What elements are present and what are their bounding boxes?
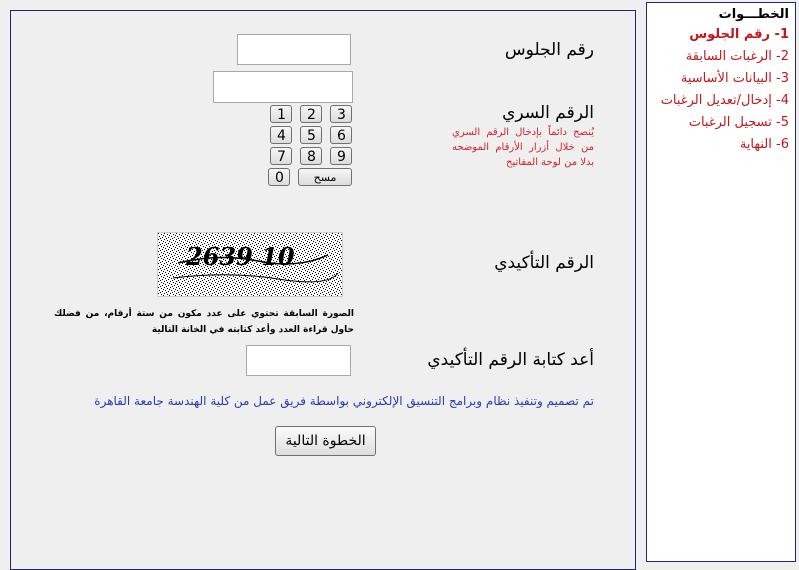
step-previous-preferences[interactable]: 2- الرغبات السابقة bbox=[651, 46, 789, 68]
captcha-text: 2639 10 bbox=[185, 242, 295, 271]
credit-text: تم تصميم وتنفيذ نظام وبرامج التنسيق الإل… bbox=[94, 394, 594, 408]
key-0[interactable]: 0 bbox=[268, 168, 290, 186]
captcha-noise-icon: 2639 10 bbox=[158, 233, 342, 296]
captcha-image: 2639 10 bbox=[157, 232, 343, 297]
seat-number-label: رقم الجلوس bbox=[504, 40, 594, 60]
seat-number-input[interactable] bbox=[237, 34, 351, 65]
key-7[interactable]: 7 bbox=[270, 147, 292, 165]
key-1[interactable]: 1 bbox=[270, 105, 292, 123]
key-9[interactable]: 9 bbox=[330, 147, 352, 165]
steps-title: الخطـــوات bbox=[718, 7, 789, 22]
key-6[interactable]: 6 bbox=[330, 126, 352, 144]
next-step-button[interactable]: الخطوة التالية bbox=[275, 426, 376, 456]
step-finish[interactable]: 6- النهاية bbox=[651, 134, 789, 156]
password-input[interactable] bbox=[213, 71, 353, 103]
captcha-caption: الصورة السابقة تحتوي على عدد مكون من ستة… bbox=[54, 309, 354, 335]
key-3[interactable]: 3 bbox=[330, 105, 352, 123]
step-edit-preferences[interactable]: 4- إدخال/تعديل الرغبات bbox=[651, 90, 789, 112]
confirm-code-label: الرقم التأكيدي bbox=[494, 253, 594, 273]
password-hint: يُنصح دائماً بإدخال الرقم السري من خلال … bbox=[452, 127, 594, 168]
retype-code-label: أعد كتابة الرقم التأكيدي bbox=[427, 350, 594, 370]
step-basic-data[interactable]: 3- البيانات الأساسية bbox=[651, 68, 789, 90]
retype-code-input[interactable] bbox=[246, 345, 351, 376]
steps-sidebar: الخطـــوات 1- رقم الجلوس 2- الرغبات السا… bbox=[646, 2, 796, 562]
key-4[interactable]: 4 bbox=[270, 126, 292, 144]
key-2[interactable]: 2 bbox=[300, 105, 322, 123]
key-5[interactable]: 5 bbox=[300, 126, 322, 144]
key-8[interactable]: 8 bbox=[300, 147, 322, 165]
clear-button[interactable]: مسح bbox=[298, 168, 352, 186]
step-register-preferences[interactable]: 5- تسجيل الرغبات bbox=[651, 112, 789, 134]
password-label: الرقم السري bbox=[502, 103, 594, 123]
step-seat-number[interactable]: 1- رقم الجلوس bbox=[651, 24, 789, 46]
